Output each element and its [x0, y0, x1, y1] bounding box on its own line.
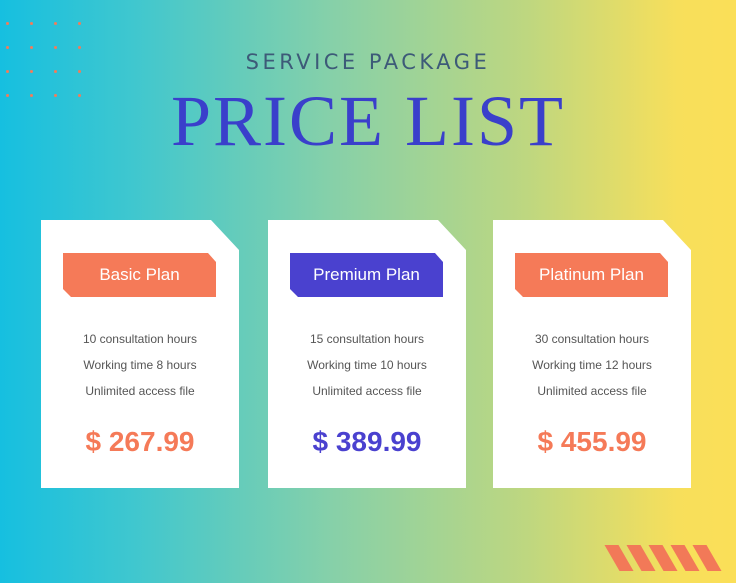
page-subtitle: SERVICE PACKAGE: [245, 50, 491, 74]
plan-feature: Unlimited access file: [85, 384, 195, 398]
plan-price: $ 267.99: [85, 426, 195, 457]
plan-name-badge: Basic Plan: [63, 253, 216, 297]
plan-name-badge: Platinum Plan: [515, 253, 668, 297]
plan-feature: 15 consultation hours: [309, 332, 425, 346]
plan-price: $ 455.99: [537, 426, 647, 457]
plan-card-platinum: Platinum Plan 30 consultation hours Work…: [493, 220, 691, 488]
plan-feature: 30 consultation hours: [534, 332, 650, 346]
plan-feature: 10 consultation hours: [82, 332, 198, 346]
price-list-slide: SERVICE PACKAGE PRICE LIST Basic Plan 10…: [0, 0, 736, 583]
plan-feature: Working time 8 hours: [83, 358, 197, 372]
plan-card-basic: Basic Plan 10 consultation hours Working…: [41, 220, 239, 488]
plan-feature: Working time 10 hours: [307, 358, 427, 372]
plan-feature: Unlimited access file: [312, 384, 422, 398]
plan-feature: Working time 12 hours: [532, 358, 652, 372]
page-title: PRICE LIST: [170, 81, 566, 161]
plan-name-badge: Premium Plan: [290, 253, 443, 297]
plan-feature: Unlimited access file: [537, 384, 647, 398]
decorative-stripes: [604, 545, 724, 571]
plan-price: $ 389.99: [312, 426, 422, 457]
plan-card-premium: Premium Plan 15 consultation hours Worki…: [268, 220, 466, 488]
